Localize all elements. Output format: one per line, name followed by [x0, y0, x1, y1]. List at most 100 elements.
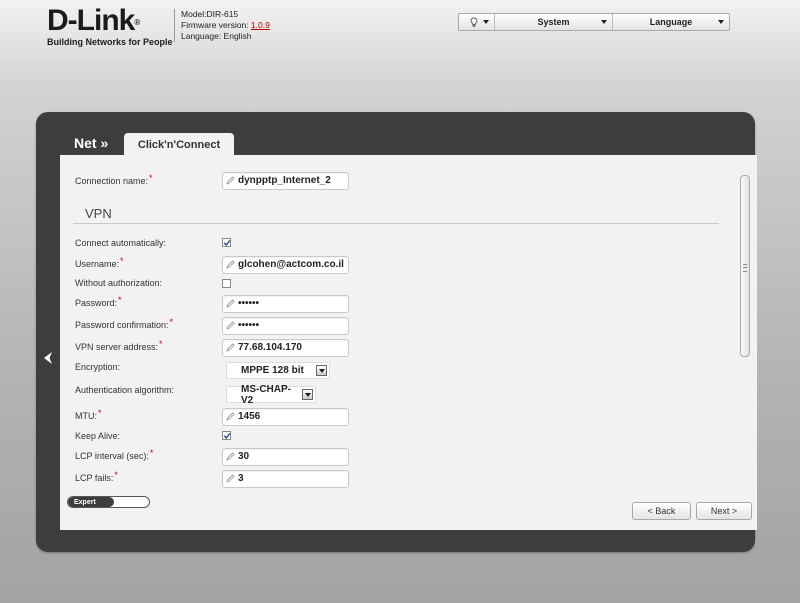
page-title[interactable]: Net » — [74, 135, 108, 151]
mtu-field[interactable]: 1456 — [222, 408, 349, 426]
lcp-fails-row: LCP fails: * — [75, 468, 118, 488]
system-menu[interactable]: System — [495, 14, 613, 30]
connection-name-value: dynpptp_Internet_2 — [238, 175, 331, 186]
required-marker: * — [118, 295, 122, 305]
top-menu: System Language — [458, 13, 730, 31]
keep-alive-label: Keep Alive: — [75, 431, 121, 441]
back-button[interactable]: < Back — [632, 502, 691, 520]
password-confirm-field[interactable]: •••••• — [222, 317, 349, 335]
auth-algorithm-select[interactable]: MS-CHAP-V2 — [226, 383, 316, 406]
mtu-row: MTU: * — [75, 406, 102, 426]
mtu-label: MTU: — [75, 411, 97, 421]
lcp-fails-field[interactable]: 3 — [222, 470, 349, 488]
required-marker: * — [149, 448, 154, 458]
language-menu-label: Language — [649, 17, 693, 27]
required-marker: * — [149, 173, 153, 183]
logo-brand: D-Link — [47, 4, 135, 37]
encryption-label: Encryption: — [75, 362, 121, 372]
chevron-down-icon — [601, 20, 607, 24]
auth-algorithm-value: MS-CHAP-V2 — [241, 383, 291, 406]
keep-alive-row: Keep Alive: — [75, 426, 120, 446]
encryption-select[interactable]: MPPE 128 bit — [226, 362, 330, 379]
scrollbar-thumb[interactable] — [740, 175, 750, 357]
password-field[interactable]: •••••• — [222, 295, 349, 313]
system-menu-label: System — [537, 17, 570, 27]
expert-mode-toggle[interactable]: Expert — [67, 496, 150, 508]
hint-menu-button[interactable] — [459, 14, 495, 30]
username-value: glcohen@actcom.co.il — [238, 259, 344, 270]
password-row: Password: * — [75, 293, 122, 313]
chevron-down-icon — [483, 20, 489, 24]
tab-click-n-connect[interactable]: Click'n'Connect — [124, 133, 234, 156]
username-field[interactable]: glcohen@actcom.co.il — [222, 256, 349, 274]
pencil-icon — [226, 176, 235, 185]
chevron-down-icon — [316, 365, 327, 376]
required-marker: * — [98, 408, 102, 418]
vpn-section-heading: VPN — [85, 206, 112, 221]
connection-name-row: Connection name: * — [75, 171, 153, 191]
connect-auto-label: Connect automatically: — [75, 238, 167, 248]
connection-name-field[interactable]: dynpptp_Internet_2 — [222, 172, 349, 190]
connection-name-label: Connection name: — [75, 176, 149, 186]
password-value: •••••• — [238, 298, 260, 309]
connect-auto-row: Connect automatically: — [75, 233, 166, 253]
encryption-value: MPPE 128 bit — [241, 365, 304, 376]
language-text: Language: English — [181, 31, 252, 41]
required-marker: * — [120, 256, 124, 266]
chevron-down-icon — [718, 20, 724, 24]
logo-reg-mark: ® — [134, 18, 140, 27]
required-marker: * — [169, 317, 174, 327]
dlink-logo: D-Link® Building Networks for People — [47, 4, 173, 48]
encryption-row: Encryption: — [75, 357, 120, 377]
lcp-interval-value: 30 — [238, 451, 250, 462]
checkmark-icon — [223, 239, 231, 247]
connect-auto-checkbox[interactable] — [222, 238, 231, 247]
auth-algorithm-row: Authentication algorithm: — [75, 380, 174, 400]
firmware-version-link[interactable]: 1.0.9 — [251, 20, 270, 30]
lcp-interval-row: LCP interval (sec): * — [75, 446, 153, 466]
pencil-icon — [226, 474, 235, 483]
without-auth-label: Without authorization: — [75, 278, 163, 288]
grip-icon — [743, 264, 747, 272]
pencil-icon — [226, 299, 235, 308]
logo-tagline: Building Networks for People — [47, 37, 173, 47]
device-info: Model:DIR-615 Firmware version: 1.0.9 La… — [174, 9, 270, 42]
pencil-icon — [226, 412, 235, 421]
lightbulb-icon — [470, 17, 478, 27]
password-confirm-label: Password confirmation: — [75, 320, 169, 330]
vpn-server-label: VPN server address: — [75, 342, 159, 352]
auth-algorithm-label: Authentication algorithm: — [75, 385, 175, 395]
lcp-interval-field[interactable]: 30 — [222, 448, 349, 466]
content-scrollbar[interactable] — [740, 175, 750, 490]
expert-toggle-knob: Expert — [68, 497, 114, 507]
username-row: Username: * — [75, 254, 124, 274]
mtu-value: 1456 — [238, 411, 261, 422]
language-menu[interactable]: Language — [613, 14, 729, 30]
vpn-server-field[interactable]: 77.68.104.170 — [222, 339, 349, 357]
vpn-server-value: 77.68.104.170 — [238, 342, 302, 353]
pencil-icon — [226, 321, 235, 330]
password-label: Password: — [75, 298, 118, 308]
firmware-line: Firmware version: 1.0.9 — [181, 20, 270, 31]
pencil-icon — [226, 343, 235, 352]
model-text: Model:DIR-615 — [181, 9, 239, 19]
chevron-down-icon — [302, 389, 313, 400]
without-auth-checkbox[interactable] — [222, 279, 231, 288]
lcp-interval-label: LCP interval (sec): — [75, 451, 149, 461]
pencil-icon — [226, 260, 235, 269]
vpn-server-row: VPN server address: * — [75, 337, 163, 357]
password-confirm-value: •••••• — [238, 320, 260, 331]
required-marker: * — [159, 339, 163, 349]
left-arrow-icon[interactable] — [42, 351, 54, 365]
keep-alive-checkbox[interactable] — [222, 431, 231, 440]
password-confirm-row: Password confirmation: * — [75, 315, 173, 335]
section-divider — [73, 223, 719, 224]
next-button[interactable]: Next > — [696, 502, 752, 520]
username-label: Username: — [75, 259, 120, 269]
firmware-label: Firmware version: — [181, 20, 251, 30]
checkmark-icon — [223, 432, 231, 440]
lcp-fails-value: 3 — [238, 473, 244, 484]
without-auth-row: Without authorization: — [75, 273, 162, 293]
required-marker: * — [114, 470, 118, 480]
pencil-icon — [226, 452, 235, 461]
